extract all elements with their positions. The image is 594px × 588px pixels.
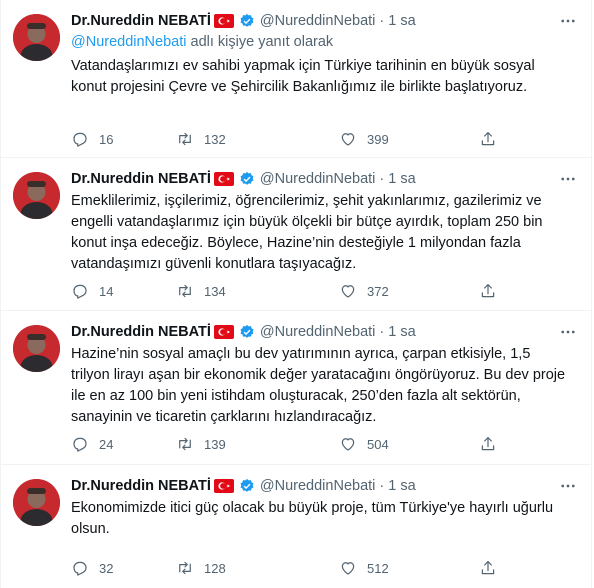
separator-dot: · <box>379 13 385 29</box>
timeline: Dr.Nureddin NEBATİ @NureddinNebati · 1 s… <box>0 0 592 588</box>
share-button[interactable] <box>479 282 497 300</box>
author-name[interactable]: Dr.Nureddin NEBATİ <box>71 478 211 494</box>
avatar[interactable] <box>13 14 60 61</box>
timestamp[interactable]: 1 sa <box>388 478 415 494</box>
tweet-text: Emeklilerimiz, işçilerimiz, öğrencilerim… <box>71 193 543 272</box>
like-count: 372 <box>367 283 389 299</box>
more-icon[interactable] <box>559 323 577 341</box>
tweet-3[interactable]: Dr.Nureddin NEBATİ @NureddinNebati · 1 s… <box>1 311 591 465</box>
author-name[interactable]: Dr.Nureddin NEBATİ <box>71 13 211 29</box>
reply-icon <box>73 132 87 147</box>
tweet-actions: 24 139 504 <box>71 435 577 455</box>
tweet-header: Dr.Nureddin NEBATİ @NureddinNebati · 1 s… <box>71 10 577 32</box>
verified-badge-icon <box>240 14 254 27</box>
reply-button[interactable]: 14 <box>71 282 113 300</box>
tweet-actions: 14 134 372 <box>71 282 577 302</box>
reply-count: 24 <box>99 436 114 452</box>
reply-to-link[interactable]: @NureddinNebati <box>71 34 186 50</box>
turkey-flag-icon <box>213 479 234 493</box>
verified-badge-icon <box>240 172 254 185</box>
separator-dot: · <box>379 171 385 187</box>
retweet-icon <box>179 561 191 575</box>
turkey-flag-icon <box>213 14 234 28</box>
reply-to-suffix: adlı kişiye yanıt olarak <box>186 34 334 50</box>
tweet-2[interactable]: Dr.Nureddin NEBATİ @NureddinNebati · 1 s… <box>1 158 591 311</box>
more-icon[interactable] <box>559 12 577 30</box>
like-button[interactable]: 512 <box>339 559 389 577</box>
avatar[interactable] <box>13 172 60 219</box>
author-handle[interactable]: @NureddinNebati <box>260 324 375 340</box>
retweet-button[interactable]: 134 <box>176 282 226 300</box>
like-icon <box>341 133 355 146</box>
reply-button[interactable]: 32 <box>71 559 113 577</box>
like-button[interactable]: 504 <box>339 435 389 453</box>
separator-dot: · <box>379 478 385 494</box>
retweet-button[interactable]: 128 <box>176 559 226 577</box>
tweet-text: Ekonomimizde itici güç olacak bu büyük p… <box>71 500 554 537</box>
tweet-actions: 16 132 399 <box>71 130 577 150</box>
tweet-header: Dr.Nureddin NEBATİ @NureddinNebati · 1 s… <box>71 475 577 497</box>
reply-count: 16 <box>99 131 114 147</box>
like-button[interactable]: 399 <box>339 130 389 148</box>
tweet-1[interactable]: Dr.Nureddin NEBATİ @NureddinNebati · 1 s… <box>1 0 591 158</box>
like-count: 399 <box>367 131 389 147</box>
retweet-count: 139 <box>204 436 226 452</box>
retweet-button[interactable]: 139 <box>176 435 226 453</box>
author-name[interactable]: Dr.Nureddin NEBATİ <box>71 171 211 187</box>
share-button[interactable] <box>479 559 497 577</box>
tweet-actions: 32 128 512 <box>71 559 577 579</box>
tweet-4[interactable]: Dr.Nureddin NEBATİ @NureddinNebati · 1 s… <box>1 465 591 588</box>
reply-icon <box>73 437 87 452</box>
share-icon <box>481 561 495 575</box>
like-icon <box>341 285 355 298</box>
share-icon <box>481 284 495 298</box>
tweet-header: Dr.Nureddin NEBATİ @NureddinNebati · 1 s… <box>71 168 577 190</box>
retweet-count: 132 <box>204 131 226 147</box>
avatar[interactable] <box>13 325 60 372</box>
author-handle[interactable]: @NureddinNebati <box>260 171 375 187</box>
retweet-count: 128 <box>204 560 226 576</box>
like-count: 504 <box>367 436 389 452</box>
avatar[interactable] <box>13 479 60 526</box>
retweet-icon <box>179 132 191 146</box>
tweet-header: Dr.Nureddin NEBATİ @NureddinNebati · 1 s… <box>71 321 577 343</box>
retweet-icon <box>179 284 191 298</box>
turkey-flag-icon <box>213 172 234 186</box>
timestamp[interactable]: 1 sa <box>388 171 415 187</box>
reply-context: @NureddinNebati adlı kişiye yanıt olarak <box>71 34 333 50</box>
timestamp[interactable]: 1 sa <box>388 13 415 29</box>
author-name[interactable]: Dr.Nureddin NEBATİ <box>71 324 211 340</box>
tweet-text: Hazine’nin sosyal amaçlı bu dev yatırımı… <box>71 346 566 425</box>
verified-badge-icon <box>240 325 254 338</box>
more-icon[interactable] <box>559 170 577 188</box>
author-handle[interactable]: @NureddinNebati <box>260 13 375 29</box>
verified-badge-icon <box>240 479 254 492</box>
share-icon <box>481 437 495 451</box>
timestamp[interactable]: 1 sa <box>388 324 415 340</box>
like-button[interactable]: 372 <box>339 282 389 300</box>
retweet-count: 134 <box>204 283 226 299</box>
like-icon <box>341 562 355 575</box>
reply-button[interactable]: 24 <box>71 435 113 453</box>
reply-count: 32 <box>99 560 114 576</box>
turkey-flag-icon <box>213 325 234 339</box>
reply-count: 14 <box>99 283 114 299</box>
retweet-button[interactable]: 132 <box>176 130 226 148</box>
author-handle[interactable]: @NureddinNebati <box>260 478 375 494</box>
separator-dot: · <box>379 324 385 340</box>
tweet-text: Vatandaşlarımızı ev sahibi yapmak için T… <box>71 58 535 95</box>
reply-icon <box>73 284 87 299</box>
retweet-icon <box>179 437 191 451</box>
reply-button[interactable]: 16 <box>71 130 113 148</box>
share-icon <box>481 132 495 146</box>
like-icon <box>341 438 355 451</box>
more-icon[interactable] <box>559 477 577 495</box>
like-count: 512 <box>367 560 389 576</box>
share-button[interactable] <box>479 435 497 453</box>
reply-icon <box>73 561 87 576</box>
share-button[interactable] <box>479 130 497 148</box>
